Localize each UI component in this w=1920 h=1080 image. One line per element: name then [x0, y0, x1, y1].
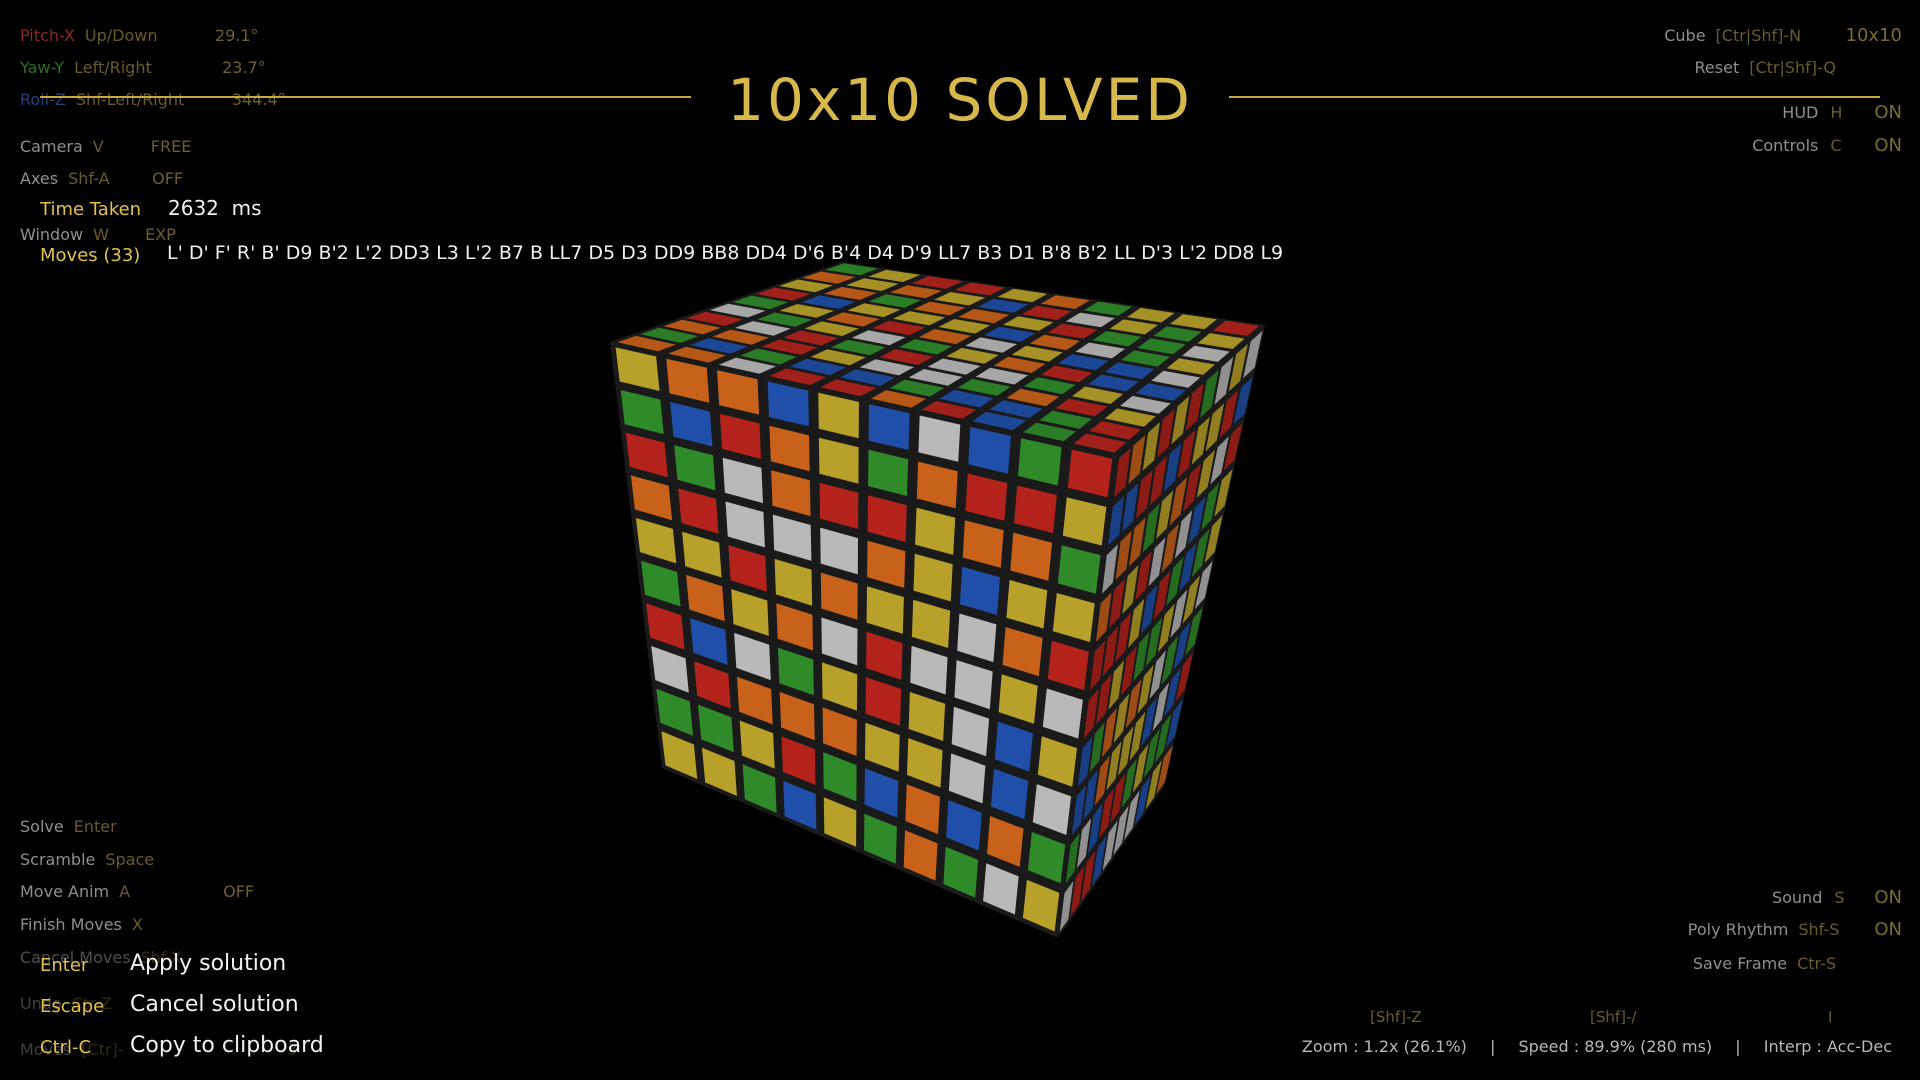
scramble-row[interactable]: Scramble Space — [20, 848, 154, 870]
time-taken-number: 2632 — [168, 196, 219, 220]
window-row[interactable]: Window W EXP — [20, 223, 176, 245]
time-taken-unit: ms — [231, 196, 262, 220]
cancel-solution-key[interactable]: Escape — [40, 996, 104, 1017]
pitch-axis-label: Pitch-X — [20, 25, 75, 45]
time-taken-label: Time Taken — [40, 199, 142, 220]
cube-size-row[interactable]: Cube [Ctr|Shf]-N 10x10 — [1664, 24, 1902, 46]
reset-row[interactable]: Reset [Ctr|Shf]-Q — [1695, 56, 1836, 78]
sound-key: S — [1834, 887, 1845, 907]
pitch-value: 29.1° — [214, 25, 259, 45]
sound-value: ON — [1874, 886, 1902, 908]
cube-size-label: Cube — [1664, 25, 1706, 45]
interp-status[interactable]: Interp : Acc-Dec — [1764, 1037, 1892, 1056]
camera-mode-label: Camera — [20, 136, 83, 156]
time-taken-value: 2632 ms — [168, 196, 262, 220]
status-separator: | — [1735, 1037, 1741, 1056]
moves-sequence: L' D' F' R' B' D9 B'2 L'2 DD3 L3 L'2 B7 … — [167, 242, 1284, 264]
apply-solution-button[interactable]: Apply solution — [130, 951, 286, 976]
poly-rhythm-value: ON — [1874, 918, 1902, 940]
moves-label: Moves (33) — [40, 245, 141, 266]
save-frame-row[interactable]: Save Frame Ctr-S — [1693, 952, 1836, 974]
copy-clipboard-button[interactable]: Copy to clipboard — [130, 1033, 324, 1058]
poly-rhythm-label: Poly Rhythm — [1687, 919, 1789, 939]
zoom-status[interactable]: Zoom : 1.2x (26.1%) — [1302, 1037, 1467, 1056]
pitch-row: Pitch-X Up/Down 29.1° — [20, 24, 259, 46]
solve-label: Solve — [20, 816, 64, 836]
cube-size-key: [Ctr|Shf]-N — [1715, 25, 1802, 45]
page-title: 10x10 SOLVED — [0, 66, 1920, 134]
window-key: W — [93, 224, 109, 244]
speed-key-hint: [Shf]-/ — [1590, 1008, 1637, 1026]
save-frame-key: Ctr-S — [1797, 953, 1836, 973]
solve-key: Enter — [73, 816, 117, 836]
controls-value: ON — [1874, 134, 1902, 156]
move-anim-value: OFF — [223, 881, 255, 901]
solve-row[interactable]: Solve Enter — [20, 815, 117, 837]
camera-mode-value: FREE — [150, 136, 192, 156]
finish-moves-key: X — [131, 914, 143, 934]
axes-row[interactable]: Axes Shf-A OFF — [20, 167, 183, 189]
sound-label: Sound — [1771, 887, 1823, 907]
poly-rhythm-key: Shf-S — [1798, 919, 1840, 939]
move-anim-key: A — [119, 881, 131, 901]
scramble-key: Space — [105, 849, 155, 869]
window-label: Window — [20, 224, 84, 244]
finish-moves-label: Finish Moves — [20, 914, 122, 934]
reset-key: [Ctr|Shf]-Q — [1749, 57, 1836, 77]
pitch-keys: Up/Down — [84, 25, 158, 45]
status-bar: Zoom : 1.2x (26.1%) | Speed : 89.9% (280… — [1302, 1037, 1892, 1056]
controls-label: Controls — [1752, 135, 1819, 155]
hud-label: HUD — [1782, 102, 1819, 122]
axes-label: Axes — [20, 168, 59, 188]
interp-key-hint: I — [1828, 1008, 1833, 1026]
camera-mode-key: V — [92, 136, 104, 156]
cancel-solution-button[interactable]: Cancel solution — [130, 992, 299, 1017]
hud-row[interactable]: HUD H ON — [1782, 101, 1902, 123]
cube-size-value: 10x10 — [1845, 24, 1902, 46]
hud-key: H — [1830, 102, 1843, 122]
axes-key: Shf-A — [68, 168, 110, 188]
speed-status[interactable]: Speed : 89.9% (280 ms) — [1518, 1037, 1712, 1056]
zoom-key-hint: [Shf]-Z — [1370, 1008, 1422, 1026]
camera-mode-row[interactable]: Camera V FREE — [20, 135, 191, 157]
copy-clipboard-key[interactable]: Ctrl-C — [40, 1037, 91, 1058]
axes-value: OFF — [152, 168, 184, 188]
hud-value: ON — [1874, 101, 1902, 123]
poly-rhythm-row[interactable]: Poly Rhythm Shf-S ON — [1688, 918, 1902, 940]
window-value: EXP — [145, 224, 176, 244]
status-separator: | — [1490, 1037, 1496, 1056]
reset-label: Reset — [1694, 57, 1740, 77]
apply-solution-key[interactable]: Enter — [40, 955, 88, 976]
controls-key: C — [1830, 135, 1842, 155]
finish-moves-row[interactable]: Finish Moves X — [20, 913, 143, 935]
save-frame-label: Save Frame — [1692, 953, 1788, 973]
sound-row[interactable]: Sound S ON — [1772, 886, 1902, 908]
move-anim-label: Move Anim — [20, 881, 110, 901]
scramble-label: Scramble — [20, 849, 96, 869]
rubiks-cube-view[interactable] — [0, 0, 1920, 1080]
controls-row[interactable]: Controls C ON — [1752, 134, 1902, 156]
move-anim-row[interactable]: Move Anim A OFF — [20, 880, 254, 902]
